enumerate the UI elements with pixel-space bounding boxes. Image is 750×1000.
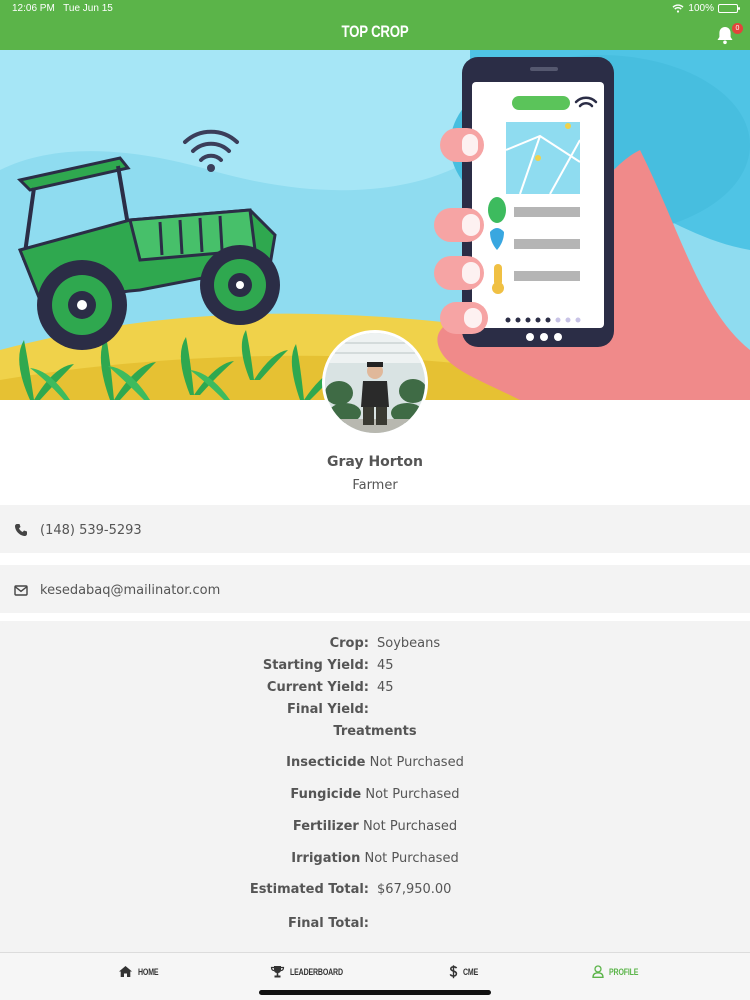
tab-leaderboard[interactable]: LEADERBOARD bbox=[270, 965, 358, 978]
treatment-row: Irrigation Not Purchased bbox=[0, 851, 750, 866]
profile-name: Gray Horton bbox=[327, 454, 423, 470]
user-icon bbox=[592, 965, 604, 978]
treatments-heading: Treatments bbox=[333, 724, 417, 739]
email-address: kesedabaq@mailinator.com bbox=[40, 582, 221, 598]
treatment-name: Insecticide bbox=[286, 755, 366, 770]
app-title: TOP CROP bbox=[341, 22, 409, 41]
farmer-photo bbox=[325, 333, 425, 433]
app-root: 12:06 PM Tue Jun 15 100% TOP CROP 0 Gray… bbox=[0, 0, 750, 1000]
estimated-total-row: Estimated Total: $67,950.00 bbox=[0, 882, 750, 900]
status-bar: 12:06 PM Tue Jun 15 100% bbox=[0, 0, 750, 18]
status-date: Tue Jun 15 bbox=[63, 3, 113, 14]
treatment-status: Not Purchased bbox=[364, 851, 459, 866]
treatment-status: Not Purchased bbox=[362, 819, 458, 834]
profile-role: Farmer bbox=[352, 478, 398, 493]
phone-number: (148) 539-5293 bbox=[40, 522, 142, 538]
starting-yield-value: 45 bbox=[377, 658, 394, 673]
crop-label: Crop: bbox=[329, 636, 369, 651]
battery-percent: 100% bbox=[688, 3, 714, 14]
phone-row[interactable]: (148) 539-5293 bbox=[0, 507, 750, 553]
final-yield-label: Final Yield: bbox=[287, 702, 369, 717]
current-yield-row: Current Yield: 45 bbox=[0, 680, 750, 698]
starting-yield-label: Starting Yield: bbox=[262, 658, 369, 673]
estimated-total-label: Estimated Total: bbox=[249, 882, 369, 897]
section-divider bbox=[0, 613, 750, 621]
crop-row: Crop: Soybeans bbox=[0, 636, 750, 654]
battery-icon bbox=[718, 4, 740, 13]
treatment-row: Fertilizer Not Purchased bbox=[0, 819, 750, 834]
treatment-row: Fungicide Not Purchased bbox=[0, 787, 750, 802]
dollar-icon bbox=[449, 965, 458, 979]
tab-profile-label: PROFILE bbox=[609, 966, 639, 977]
envelope-icon bbox=[14, 584, 28, 596]
treatment-name: Fertilizer bbox=[292, 819, 359, 834]
phone-icon bbox=[15, 524, 27, 536]
trophy-icon bbox=[270, 966, 285, 978]
treatment-row: Insecticide Not Purchased bbox=[0, 755, 750, 770]
status-time: 12:06 PM Tue Jun 15 bbox=[12, 3, 113, 14]
current-yield-value: 45 bbox=[377, 680, 394, 695]
treatment-name: Fungicide bbox=[290, 787, 362, 802]
home-icon bbox=[119, 966, 132, 977]
crop-value: Soybeans bbox=[377, 636, 441, 651]
current-yield-label: Current Yield: bbox=[266, 680, 369, 695]
app-header: 12:06 PM Tue Jun 15 100% TOP CROP 0 bbox=[0, 0, 750, 50]
estimated-total-value: $67,950.00 bbox=[377, 882, 452, 897]
starting-yield-row: Starting Yield: 45 bbox=[0, 658, 750, 676]
treatment-name: Irrigation bbox=[291, 851, 361, 866]
final-total-label: Final Total: bbox=[287, 916, 369, 931]
tab-profile[interactable]: PROFILE bbox=[592, 965, 647, 978]
tab-leaderboard-label: LEADERBOARD bbox=[290, 966, 343, 977]
section-divider bbox=[0, 553, 750, 565]
treatment-status: Not Purchased bbox=[365, 787, 460, 802]
status-right: 100% bbox=[672, 3, 740, 14]
treatment-status: Not Purchased bbox=[369, 755, 464, 770]
tab-home[interactable]: HOME bbox=[118, 965, 164, 978]
home-indicator[interactable] bbox=[259, 990, 491, 995]
tab-home-label: HOME bbox=[138, 966, 159, 977]
status-clock: 12:06 PM bbox=[12, 3, 55, 14]
wifi-icon bbox=[672, 4, 684, 13]
tab-cme[interactable]: CME bbox=[449, 965, 482, 979]
final-total-row: Final Total: bbox=[0, 916, 750, 934]
avatar[interactable] bbox=[322, 330, 428, 436]
email-row[interactable]: kesedabaq@mailinator.com bbox=[0, 567, 750, 613]
tab-cme-label: CME bbox=[463, 967, 479, 977]
final-yield-row: Final Yield: bbox=[0, 702, 750, 720]
notification-badge: 0 bbox=[732, 23, 743, 34]
